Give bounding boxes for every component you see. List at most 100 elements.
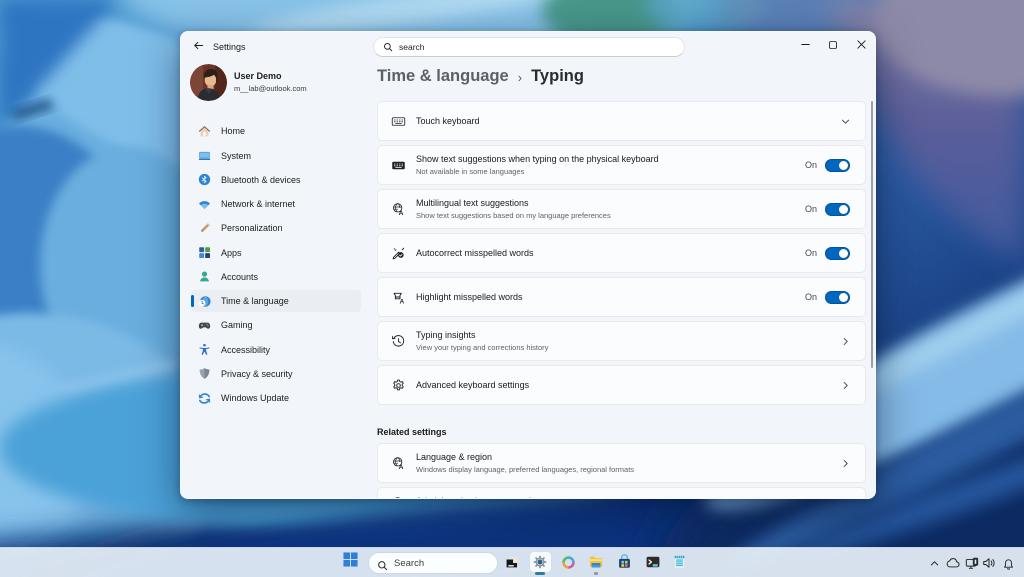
sidebar-item-home[interactable]: Home [191, 120, 361, 142]
sidebar-item-label: Accounts [221, 272, 258, 282]
card-title: Typing insights [416, 330, 548, 340]
chevron-right-icon [840, 458, 851, 469]
sidebar-item-label: Accessibility [221, 345, 270, 355]
sidebar-item-label: Privacy & security [221, 369, 293, 379]
sidebar-item-label: System [221, 151, 251, 161]
sidebar-item-label: Personalization [221, 223, 283, 233]
network-icon [198, 198, 211, 211]
taskbar: Search [0, 547, 1024, 577]
svg-text:A: A [400, 298, 405, 305]
autocorrect-icon [391, 246, 406, 261]
user-profile[interactable]: User Demo m__lab@outlook.com [190, 64, 307, 101]
card-title: Advanced keyboard settings [416, 380, 529, 390]
taskbar-app-file-explorer[interactable] [586, 552, 607, 572]
taskbar-app-notepad[interactable] [669, 552, 690, 572]
close-button[interactable] [847, 32, 875, 60]
gear-icon [391, 378, 406, 393]
settings-window: Settings search User Demo m__lab@outlook… [180, 31, 876, 499]
sidebar-item-label: Home [221, 126, 245, 136]
content-pane: Time & language › Typing Touch keyboard S… [377, 62, 875, 498]
card-show-text-suggestions-when-typing-on-the-physical-keyboard[interactable]: Show text suggestions when typing on the… [377, 145, 866, 185]
home-icon [198, 125, 211, 138]
search-icon [377, 558, 388, 569]
titlebar[interactable]: Settings search [181, 32, 875, 62]
desktop: Settings search User Demo m__lab@outlook… [0, 0, 1024, 577]
active-app-indicator [535, 572, 545, 575]
bell-icon [1002, 557, 1015, 570]
touch-keyboard-icon [391, 114, 406, 129]
sidebar-item-label: Apps [221, 248, 242, 258]
maximize-button[interactable] [819, 32, 847, 60]
sidebar-item-system[interactable]: System [191, 145, 361, 167]
breadcrumb-parent[interactable]: Time & language [377, 67, 509, 86]
card-partial[interactable]: AAdministrative language settings [377, 487, 866, 499]
chevron-right-icon [840, 380, 851, 391]
sidebar-item-accounts[interactable]: Accounts [191, 266, 361, 288]
taskbar-app-settings[interactable] [530, 552, 551, 572]
notepad-icon [672, 554, 687, 570]
sidebar-item-bluetooth-devices[interactable]: Bluetooth & devices [191, 169, 361, 191]
sidebar-item-apps[interactable]: Apps [191, 242, 361, 264]
sidebar-item-label: Time & language [221, 296, 289, 306]
windows-update-icon [198, 392, 211, 405]
sidebar-item-windows-update[interactable]: Windows Update [191, 387, 361, 409]
card-subtitle: Show text suggestions based on my langua… [416, 211, 611, 220]
minimize-icon [800, 37, 811, 55]
search-icon [383, 42, 393, 52]
user-email: m__lab@outlook.com [234, 84, 307, 93]
card-advanced-keyboard-settings[interactable]: Advanced keyboard settings [377, 365, 866, 405]
taskbar-app-desktops[interactable] [502, 552, 523, 572]
minimize-button[interactable] [791, 32, 819, 60]
sidebar-item-time-language[interactable]: Time & language [191, 290, 361, 312]
toggle-state-label: On [805, 160, 817, 170]
settings-search-input[interactable]: search [373, 37, 685, 57]
toggle-switch[interactable] [825, 247, 850, 260]
card-title: Show text suggestions when typing on the… [416, 154, 659, 164]
sidebar-item-network-internet[interactable]: Network & internet [191, 193, 361, 215]
chevron-up-icon [929, 558, 940, 569]
highlight-icon: A [391, 290, 406, 305]
physical-keyboard-icon [391, 158, 406, 173]
card-subtitle: View your typing and corrections history [416, 343, 548, 352]
language-settings-icon: A [391, 496, 406, 499]
settings-gear-icon [532, 554, 548, 570]
start-button[interactable] [340, 552, 361, 572]
tray-notifications[interactable] [997, 551, 1019, 575]
taskbar-app-copilot[interactable] [558, 552, 579, 572]
apps-icon [198, 246, 211, 259]
toggle-switch[interactable] [825, 159, 850, 172]
toggle-switch[interactable] [825, 203, 850, 216]
scrollbar-thumb[interactable] [871, 101, 874, 368]
card-autocorrect-misspelled-words[interactable]: Autocorrect misspelled wordsOn [377, 233, 866, 273]
sidebar-item-label: Bluetooth & devices [221, 175, 301, 185]
toggle-state-label: On [805, 292, 817, 302]
sidebar-item-personalization[interactable]: Personalization [191, 217, 361, 239]
card-touch-keyboard[interactable]: Touch keyboard [377, 101, 866, 141]
sidebar-item-label: Gaming [221, 320, 253, 330]
volume-icon [982, 557, 996, 569]
card-typing-insights[interactable]: Typing insights View your typing and corr… [377, 321, 866, 361]
store-icon [617, 554, 632, 570]
language-region-icon: A [391, 456, 406, 471]
taskbar-search[interactable]: Search [368, 552, 498, 574]
taskbar-app-microsoft-store[interactable] [614, 552, 635, 572]
card-multilingual-text-suggestions[interactable]: AMultilingual text suggestionsShow text … [377, 189, 866, 229]
card-highlight-misspelled-words[interactable]: AHighlight misspelled wordsOn [377, 277, 866, 317]
multilingual-icon: A [391, 202, 406, 217]
sidebar-item-gaming[interactable]: Gaming [191, 314, 361, 336]
sidebar-item-accessibility[interactable]: Accessibility [191, 339, 361, 361]
card-language-region[interactable]: ALanguage & regionWindows display langua… [377, 443, 866, 483]
terminal-icon [645, 554, 661, 570]
back-arrow-icon [193, 38, 204, 56]
taskbar-app-terminal[interactable] [642, 552, 663, 572]
breadcrumb-separator-icon: › [518, 69, 522, 85]
card-title: Autocorrect misspelled words [416, 248, 534, 258]
breadcrumb-current: Typing [531, 67, 584, 86]
related-settings-header: Related settings [377, 427, 447, 437]
back-button[interactable] [187, 36, 209, 58]
close-icon [856, 37, 867, 55]
sidebar-item-privacy-security[interactable]: Privacy & security [191, 363, 361, 385]
windows-start-icon [343, 552, 358, 572]
window-title: Settings [213, 32, 246, 62]
toggle-switch[interactable] [825, 291, 850, 304]
